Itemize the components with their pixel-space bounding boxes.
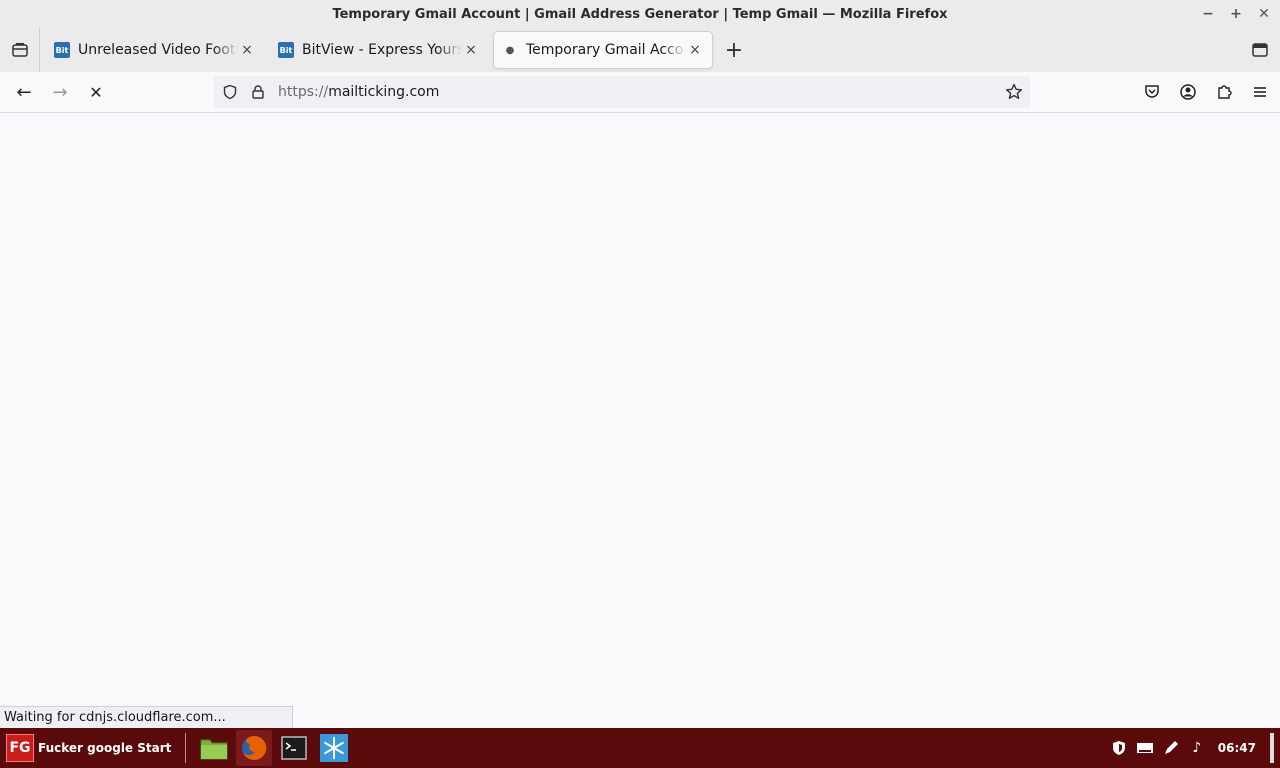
- lock-icon[interactable]: [250, 84, 266, 100]
- snowflake-app-launcher[interactable]: [316, 730, 352, 766]
- pocket-button[interactable]: [1136, 76, 1168, 108]
- tab-close-button[interactable]: ×: [238, 41, 256, 59]
- security-shield-icon: [1112, 741, 1125, 755]
- url-bar[interactable]: https://mailticking.com: [214, 76, 1030, 108]
- firefox-icon: [242, 735, 267, 760]
- tab-title: BitView - Express Yourself: [302, 42, 462, 58]
- start-label: Fucker google Start: [38, 741, 172, 755]
- extensions-icon: [1218, 85, 1232, 99]
- loading-dot-icon: ●: [505, 44, 515, 56]
- firefox-launcher[interactable]: [236, 730, 273, 766]
- url-scheme: https://: [278, 84, 329, 100]
- account-icon: [1180, 84, 1196, 100]
- start-button[interactable]: FG Fucker google Start: [0, 728, 177, 768]
- pen-icon: [1164, 741, 1178, 754]
- snowflake-app-icon: [320, 734, 349, 762]
- new-tab-button[interactable]: +: [718, 34, 750, 66]
- back-arrow-icon: ←: [16, 81, 32, 103]
- desktop-taskbar: FG Fucker google Start ♪ 06:47: [0, 728, 1280, 768]
- firefox-view-icon: [11, 43, 28, 57]
- list-all-tabs-icon: [1252, 43, 1268, 57]
- taskbar-separator: [185, 733, 187, 763]
- system-tray: ♪ 06:47: [1106, 728, 1280, 768]
- tab-bitview[interactable]: Bit BitView - Express Yourself ×: [270, 32, 488, 68]
- app-menu-button[interactable]: [1244, 76, 1276, 108]
- file-manager-launcher[interactable]: [196, 730, 232, 766]
- tab-favicon-bitview: Bit: [278, 42, 294, 58]
- back-button[interactable]: ←: [8, 76, 40, 108]
- url-host: mailticking.com: [328, 84, 440, 100]
- window-titlebar: Temporary Gmail Account | Gmail Address …: [0, 0, 1280, 28]
- stop-icon: ✕: [89, 82, 103, 102]
- maximize-button[interactable]: +: [1226, 4, 1246, 24]
- terminal-launcher[interactable]: [276, 730, 312, 766]
- navigation-toolbar: ← → ✕ https://mailticking.com: [0, 72, 1280, 113]
- menu-icon: [1254, 87, 1266, 97]
- tab-favicon-bitview: Bit: [54, 42, 70, 58]
- pen-tray-button[interactable]: [1158, 735, 1184, 761]
- volume-tray-button[interactable]: ♪: [1184, 735, 1210, 761]
- tab-title: Unreleased Video Footage: [78, 42, 238, 58]
- star-icon[interactable]: [1004, 82, 1024, 102]
- music-note-icon: ♪: [1192, 740, 1202, 756]
- tab-close-button[interactable]: ×: [462, 41, 480, 59]
- firefox-view-button[interactable]: [0, 28, 40, 72]
- tab-close-button[interactable]: ×: [686, 41, 704, 59]
- forward-arrow-icon: →: [52, 81, 68, 103]
- tab-title: Temporary Gmail Account: [526, 42, 686, 58]
- forward-button[interactable]: →: [44, 76, 76, 108]
- stop-button[interactable]: ✕: [80, 76, 112, 108]
- list-all-tabs-button[interactable]: [1248, 38, 1272, 62]
- clock[interactable]: 06:47: [1218, 741, 1256, 755]
- start-logo: FG: [6, 734, 34, 762]
- tab-temporary-gmail[interactable]: ● Temporary Gmail Account ×: [494, 32, 712, 68]
- show-desktop-button[interactable]: [1270, 733, 1274, 763]
- shield-icon[interactable]: [222, 84, 238, 100]
- keyboard-tray-button[interactable]: [1132, 735, 1158, 761]
- keyboard-icon: [1136, 743, 1153, 753]
- close-window-button[interactable]: ✕: [1254, 4, 1274, 24]
- pocket-icon: [1145, 85, 1159, 98]
- extensions-button[interactable]: [1208, 76, 1240, 108]
- minimize-button[interactable]: −: [1198, 4, 1218, 24]
- tab-strip: Bit Unreleased Video Footage × Bit BitVi…: [0, 28, 1280, 72]
- page-content: [0, 113, 1280, 728]
- status-panel: Waiting for cdnjs.cloudflare.com...: [0, 706, 293, 728]
- account-button[interactable]: [1172, 76, 1204, 108]
- window-title: Temporary Gmail Account | Gmail Address …: [332, 6, 948, 22]
- security-tray-button[interactable]: [1106, 735, 1132, 761]
- file-manager-icon: [200, 739, 228, 760]
- tab-unreleased-video[interactable]: Bit Unreleased Video Footage ×: [46, 32, 264, 68]
- terminal-icon: [281, 736, 308, 760]
- toolbar-right: [1136, 76, 1276, 108]
- window-controls: − + ✕: [1198, 4, 1274, 24]
